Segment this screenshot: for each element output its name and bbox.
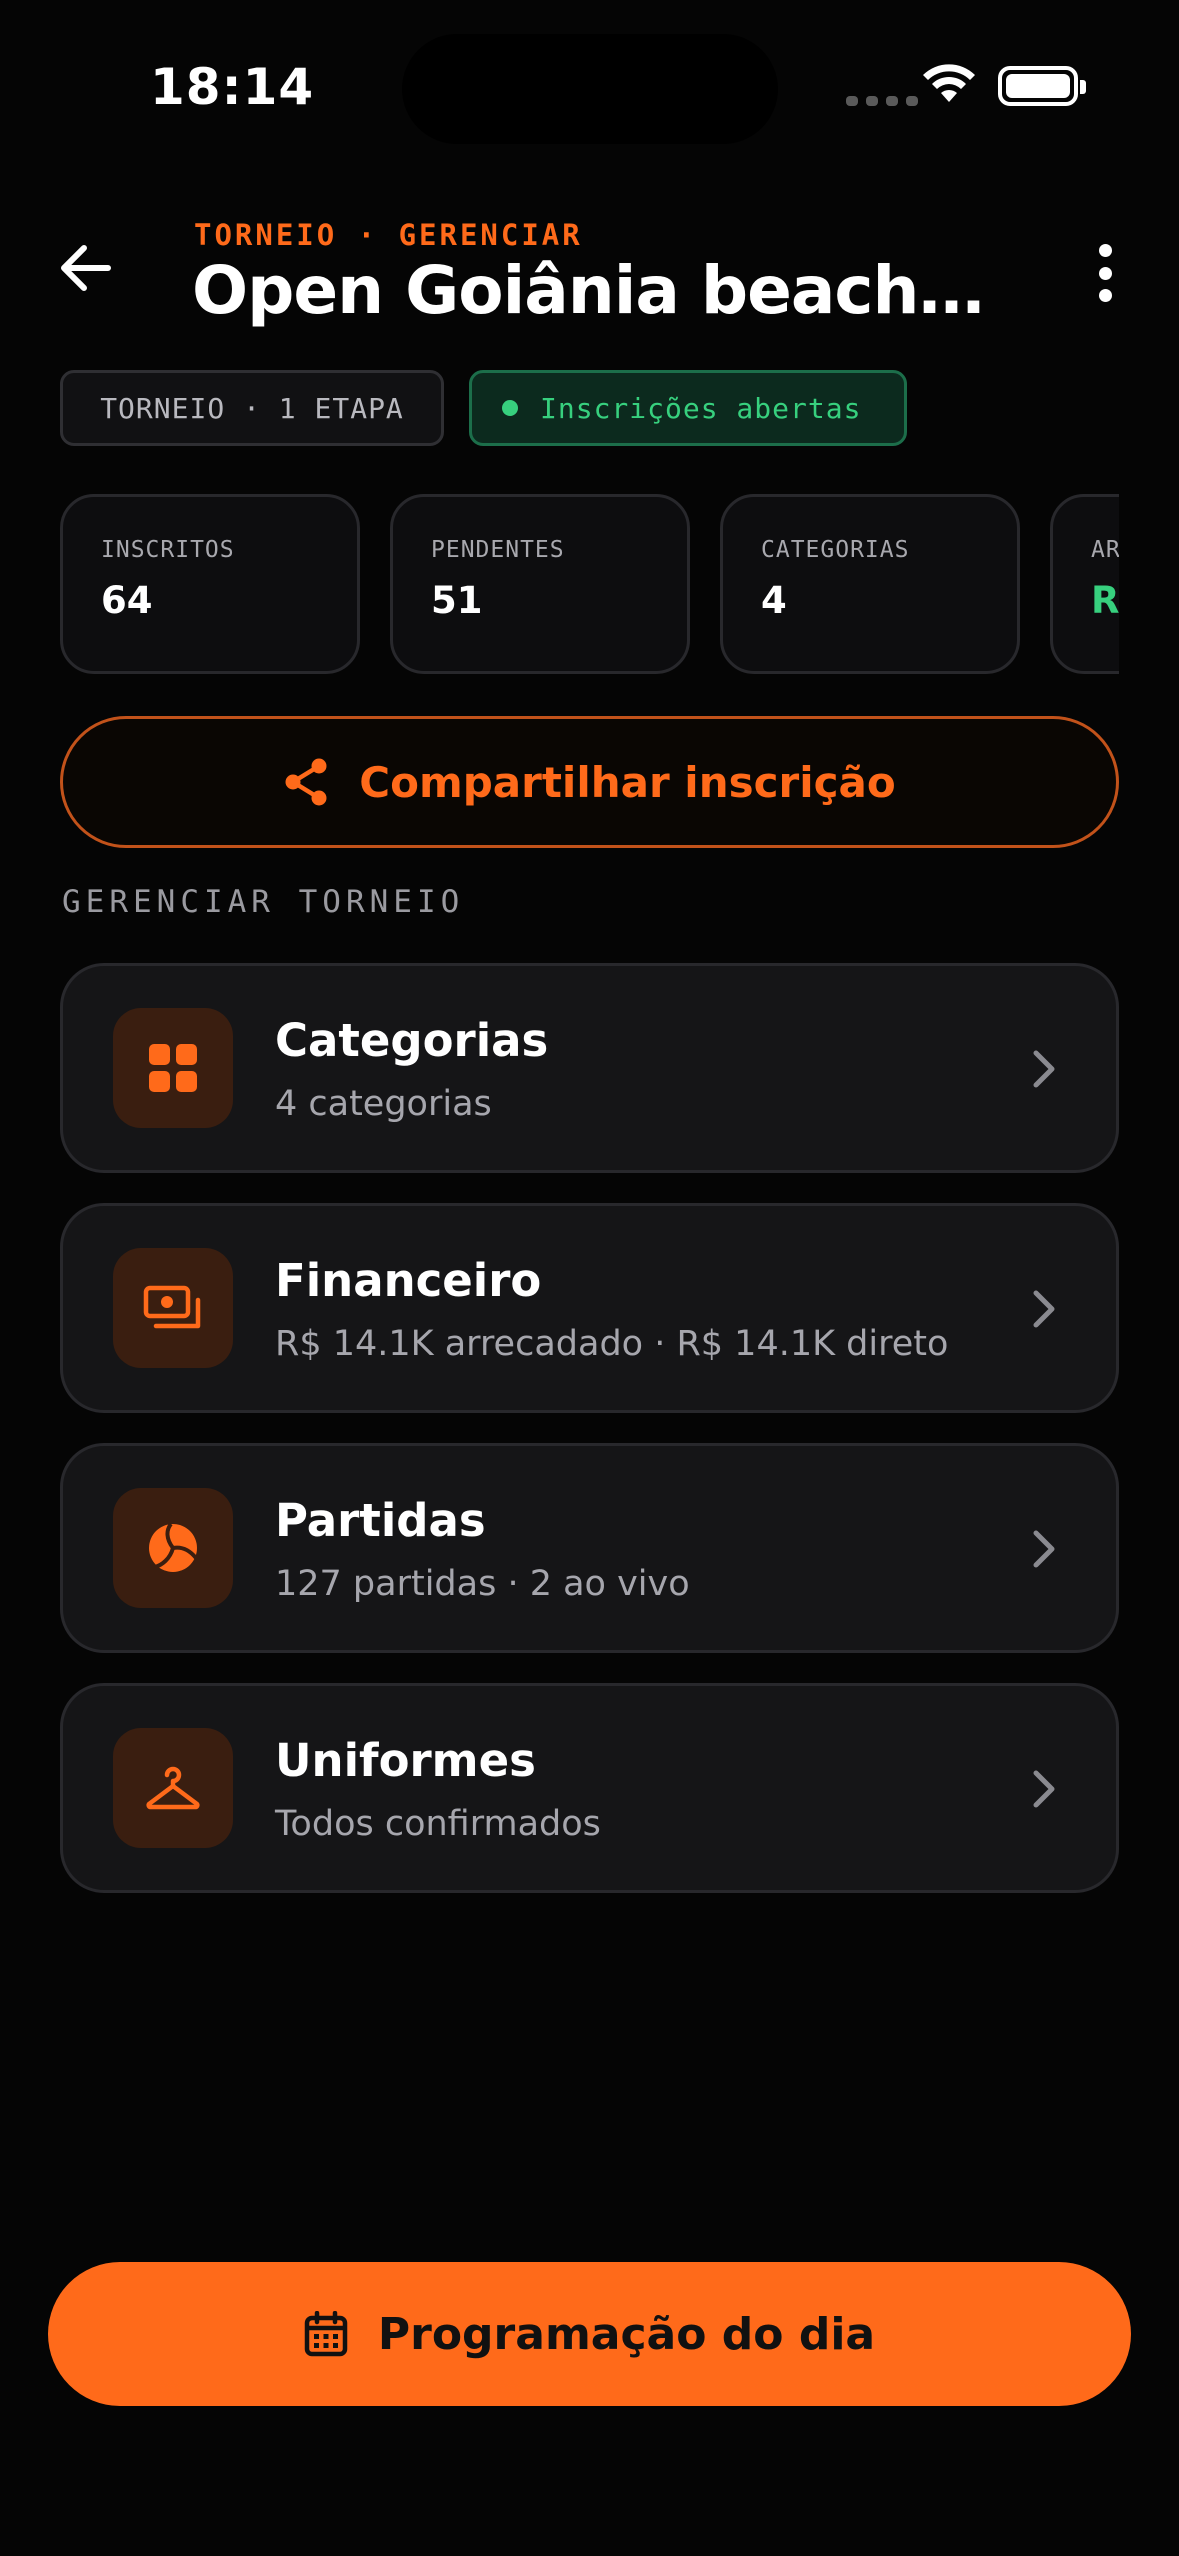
battery-icon — [998, 66, 1086, 106]
stat-card-pendentes[interactable]: PENDENTES 51 — [390, 494, 690, 674]
menu-item-subtitle: 4 categorias — [275, 1084, 492, 1124]
tournament-type-chip: TORNEIO · 1 ETAPA — [60, 370, 444, 446]
stat-value: R$ — [1091, 579, 1119, 622]
calendar-icon — [304, 2311, 348, 2357]
menu-item-subtitle: 127 partidas · 2 ao vivo — [275, 1564, 690, 1604]
page-title: Open Goiânia beach v... — [192, 252, 992, 329]
stat-label: PENDENTES — [431, 537, 565, 563]
stat-value: 4 — [761, 579, 787, 622]
stat-value: 64 — [101, 579, 153, 622]
section-label: GERENCIAR TORNEIO — [62, 884, 465, 920]
page-eyebrow: TORNEIO · GERENCIAR — [194, 218, 583, 252]
hanger-icon — [146, 1766, 200, 1810]
chevron-right-icon — [1033, 1050, 1055, 1088]
stat-label: CATEGORIAS — [761, 537, 910, 563]
registration-status-chip: Inscrições abertas — [469, 370, 907, 446]
stat-card-inscritos[interactable]: INSCRITOS 64 — [60, 494, 360, 674]
share-registration-label: Compartilhar inscrição — [359, 757, 896, 807]
menu-item-partidas[interactable]: Partidas 127 partidas · 2 ao vivo — [60, 1443, 1119, 1653]
menu-item-title: Categorias — [275, 1014, 549, 1067]
stat-card-arrecadado[interactable]: AR R$ — [1050, 494, 1119, 674]
volleyball-icon — [149, 1522, 198, 1572]
stat-label: INSCRITOS — [101, 537, 235, 563]
wifi-icon — [920, 62, 978, 110]
registration-status-label: Inscrições abertas — [540, 391, 862, 425]
menu-item-uniformes[interactable]: Uniformes Todos confirmados — [60, 1683, 1119, 1893]
back-button[interactable] — [54, 236, 118, 300]
menu-item-title: Partidas — [275, 1494, 486, 1547]
dynamic-island — [402, 34, 778, 144]
chevron-right-icon — [1033, 1530, 1055, 1568]
arrow-left-icon — [61, 245, 111, 291]
chevron-right-icon — [1033, 1770, 1055, 1808]
stats-row[interactable]: INSCRITOS 64 PENDENTES 51 CATEGORIAS 4 A… — [60, 494, 1119, 674]
stat-card-categorias[interactable]: CATEGORIAS 4 — [720, 494, 1020, 674]
menu-item-subtitle: R$ 14.1K arrecadado · R$ 14.1K direto — [275, 1324, 949, 1364]
daily-schedule-label: Programação do dia — [377, 2308, 876, 2360]
menu-item-financeiro[interactable]: Financeiro R$ 14.1K arrecadado · R$ 14.1… — [60, 1203, 1119, 1413]
more-options-button[interactable] — [1090, 244, 1120, 302]
share-registration-button[interactable]: Compartilhar inscrição — [60, 716, 1119, 848]
menu-item-title: Uniformes — [275, 1734, 536, 1787]
grid-icon — [149, 1044, 197, 1092]
chevron-right-icon — [1033, 1290, 1055, 1328]
menu-item-title: Financeiro — [275, 1254, 542, 1307]
menu-item-categorias[interactable]: Categorias 4 categorias — [60, 963, 1119, 1173]
cellular-signal-icon — [846, 96, 918, 106]
status-time: 18:14 — [150, 58, 315, 116]
stat-value: 51 — [431, 579, 483, 622]
money-icon — [143, 1285, 201, 1329]
more-dots-icon — [1098, 244, 1112, 257]
status-dot-icon — [502, 400, 518, 416]
stat-label: AR — [1091, 537, 1119, 563]
menu-item-subtitle: Todos confirmados — [275, 1804, 601, 1844]
share-icon — [285, 758, 327, 806]
daily-schedule-button[interactable]: Programação do dia — [48, 2262, 1131, 2406]
